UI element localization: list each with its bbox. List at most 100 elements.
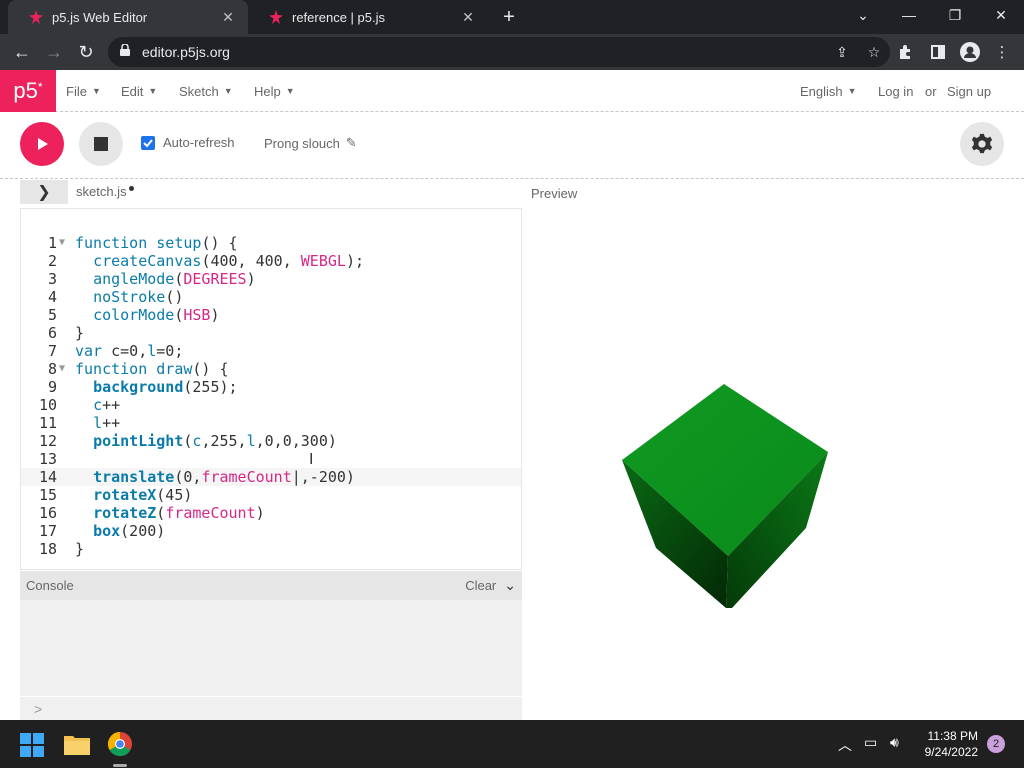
tray-chevron-up-icon[interactable]: ︿ — [838, 735, 852, 755]
line-number: 18 — [38, 540, 57, 558]
menu-file[interactable]: File ▼ — [66, 70, 101, 112]
language-select[interactable]: English ▼ — [800, 70, 857, 112]
code-text: createCanvas(400, 400, WEBGL); — [93, 252, 364, 270]
caret-down-icon: ▼ — [223, 86, 233, 96]
fold-triangle-icon[interactable]: ▼ — [59, 234, 71, 252]
pencil-edit-icon[interactable]: ✎ — [346, 135, 357, 151]
logo-text: p5 — [13, 78, 38, 103]
console-header: Console Clear ⌄ — [20, 571, 522, 600]
console-label: Console — [26, 578, 74, 593]
share-icon[interactable]: ⇪ — [826, 44, 858, 61]
tab-p5-editor[interactable]: p5.js Web Editor ✕ — [8, 0, 248, 34]
windows-start-icon[interactable] — [20, 733, 44, 762]
menu-edit[interactable]: Edit ▼ — [121, 70, 157, 112]
line-number: 14 — [38, 468, 57, 486]
console-clear-button[interactable]: Clear — [465, 578, 496, 593]
caret-down-icon: ▼ — [148, 86, 158, 96]
file-name: sketch.js — [76, 184, 127, 199]
code-line: 10 c++ — [21, 396, 521, 414]
notification-badge[interactable]: 2 — [987, 735, 1005, 753]
sketch-name-text: Prong slouch — [264, 135, 340, 151]
auto-refresh-checkbox[interactable]: Auto-refresh — [141, 135, 235, 150]
restore-icon[interactable]: ❐ — [932, 0, 978, 30]
console-output — [20, 600, 522, 696]
clock-date[interactable]: 9/24/2022 — [916, 745, 978, 759]
console-input[interactable]: > — [20, 696, 522, 720]
sketch-name[interactable]: Prong slouch ✎ — [264, 135, 357, 151]
settings-button[interactable] — [960, 122, 1004, 166]
extensions-puzzle-icon[interactable] — [890, 36, 922, 68]
checkbox-checked-icon[interactable] — [141, 135, 155, 150]
expand-sidebar-button[interactable]: ❯ — [20, 180, 68, 204]
code-text: function setup() { — [75, 234, 238, 252]
code-text: translate(0,frameCount|,-200) — [93, 468, 355, 486]
browser-menu-kebab-icon[interactable]: ⋮ — [986, 36, 1018, 68]
code-text: var c=0,l=0; — [75, 342, 184, 360]
line-number: 8 — [47, 360, 57, 378]
tab-reference[interactable]: reference | p5.js ✕ — [248, 0, 488, 34]
language-label: English — [800, 83, 843, 99]
active-app-indicator — [113, 764, 127, 767]
auto-refresh-label: Auto-refresh — [163, 135, 235, 150]
line-number: 10 — [38, 396, 57, 414]
address-bar[interactable]: editor.p5js.org ⇪ ☆ — [108, 37, 890, 67]
network-icon[interactable]: ▭ — [864, 734, 877, 751]
clock-time[interactable]: 11:38 PM — [916, 729, 978, 743]
chrome-icon[interactable] — [107, 732, 132, 761]
code-line: 3 angleMode(DEGREES) — [21, 270, 521, 288]
code-editor[interactable]: 1 ▼ function setup() { 2 createCanvas(400,… — [20, 208, 522, 570]
code-line: 4 noStroke() — [21, 288, 521, 306]
bookmark-star-icon[interactable]: ☆ — [858, 44, 890, 61]
side-panel-icon[interactable] — [922, 36, 954, 68]
file-explorer-icon[interactable] — [64, 733, 90, 760]
file-tab[interactable]: sketch.js — [76, 184, 134, 199]
menu-sketch[interactable]: Sketch ▼ — [179, 70, 233, 112]
code-line: 2 createCanvas(400, 400, WEBGL); — [21, 252, 521, 270]
line-number: 9 — [47, 378, 57, 396]
back-arrow-icon[interactable]: ← — [6, 36, 38, 68]
play-button[interactable] — [20, 122, 64, 166]
tab-title: reference | p5.js — [292, 9, 385, 25]
unsaved-dot — [128, 186, 134, 191]
close-icon[interactable]: ✕ — [458, 7, 478, 27]
menu-help[interactable]: Help ▼ — [254, 70, 295, 112]
menu-label: File — [66, 83, 87, 99]
chevron-down-icon[interactable]: ⌄ — [504, 577, 516, 594]
p5-logo[interactable]: p5 * — [0, 70, 56, 112]
gear-icon — [971, 133, 993, 154]
play-icon — [38, 138, 48, 150]
window-close-icon[interactable]: ✕ — [978, 0, 1024, 30]
new-tab-plus-icon[interactable]: + — [496, 4, 522, 30]
lock-icon — [120, 43, 132, 61]
code-text: rotateZ(frameCount) — [93, 504, 265, 522]
code-text: l++ — [93, 414, 121, 432]
preview-canvas[interactable] — [526, 208, 928, 608]
minimize-icon[interactable]: — — [886, 0, 932, 30]
caret-down-icon: ▼ — [847, 86, 857, 96]
reload-icon[interactable]: ↻ — [70, 36, 102, 68]
menu-label: Edit — [121, 83, 144, 99]
volume-icon[interactable]: 🔊︎ — [890, 734, 899, 751]
tab-search-chevron-icon[interactable]: ⌄ — [840, 0, 886, 30]
code-line: 12 pointLight(c,255,l,0,0,300) — [21, 432, 521, 450]
code-line: 8 ▼ function draw() { — [21, 360, 521, 378]
forward-arrow-icon[interactable]: → — [38, 36, 70, 68]
code-line: 18} — [21, 540, 521, 558]
or-text: or — [925, 83, 937, 99]
code-text: box(200) — [93, 522, 166, 540]
p5-favicon-icon — [268, 9, 284, 25]
stop-button[interactable] — [79, 122, 123, 166]
browser-toolbar: ← → ↻ editor.p5js.org ⇪ ☆ ⋮ — [0, 34, 1024, 70]
close-icon[interactable]: ✕ — [218, 7, 238, 27]
profile-avatar-icon[interactable] — [954, 36, 986, 68]
fold-triangle-icon[interactable]: ▼ — [59, 360, 71, 378]
signup-link[interactable]: Sign up — [947, 70, 991, 112]
url-text: editor.p5js.org — [142, 44, 230, 60]
p5-header: p5 * File ▼ Edit ▼ Sketch ▼ Help ▼ English ▼ L… — [0, 70, 1024, 112]
code-text: } — [75, 324, 85, 342]
code-text: noStroke() — [93, 288, 184, 306]
line-number: 4 — [47, 288, 57, 306]
line-number: 12 — [38, 432, 57, 450]
menu-label: Help — [254, 83, 281, 99]
login-link[interactable]: Log in — [878, 70, 913, 112]
